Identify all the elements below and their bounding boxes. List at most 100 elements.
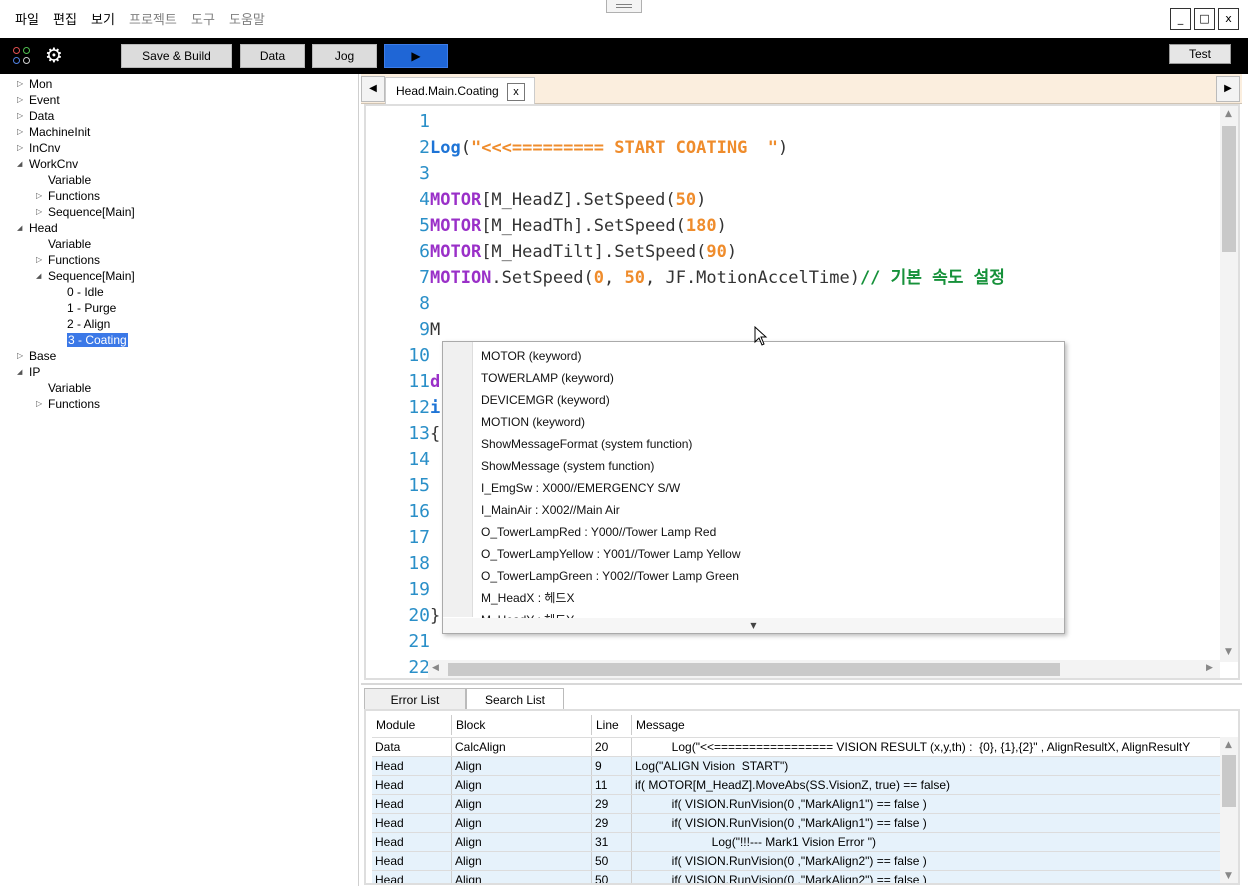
menu-edit[interactable]: 편집 [53, 9, 77, 28]
tab-error-list[interactable]: Error List [364, 688, 466, 711]
scroll-thumb[interactable] [1222, 755, 1236, 807]
collapse-arrow-icon[interactable]: ◢ [17, 156, 22, 172]
tree-node[interactable]: Variable [48, 172, 91, 188]
test-button[interactable]: Test [1169, 44, 1231, 64]
expand-arrow-icon[interactable]: ▷ [17, 140, 23, 156]
jog-button[interactable]: Jog [312, 44, 377, 68]
tree-node[interactable]: ◢ WorkCnv [17, 156, 78, 172]
scroll-right-icon[interactable]: ▶ [1206, 663, 1213, 673]
tree-node[interactable]: 3 - Coating [67, 332, 128, 348]
autocomplete-item[interactable]: ShowMessageFormat (system function) [481, 433, 692, 455]
tree-node[interactable]: ▷ Mon [17, 76, 52, 92]
autocomplete-item[interactable]: MOTOR (keyword) [481, 345, 581, 367]
tree-node[interactable]: ▷ Functions [36, 252, 100, 268]
editor-vertical-scrollbar[interactable]: ▲ ▼ [1220, 106, 1238, 662]
menu-help[interactable]: 도움말 [229, 9, 265, 28]
tab-scroll-left-icon[interactable]: ◀ [361, 76, 385, 102]
scroll-down-icon[interactable]: ▼ [1225, 871, 1232, 881]
table-row[interactable]: Head Align 50 if( VISION.RunVision(0 ,"Mar… [372, 870, 1220, 883]
save-build-button[interactable]: Save & Build [121, 44, 232, 68]
expand-arrow-icon[interactable]: ▷ [17, 92, 23, 108]
editor-horizontal-scrollbar[interactable]: ◀ ▶ [428, 660, 1220, 678]
code-line[interactable]: M [430, 317, 440, 343]
menu-tools[interactable]: 도구 [191, 9, 215, 28]
grid-vertical-scrollbar[interactable]: ▲ ▼ [1220, 737, 1238, 883]
apps-icon[interactable] [13, 47, 31, 65]
menu-file[interactable]: 파일 [15, 9, 39, 28]
autocomplete-item[interactable]: I_EmgSw : X000//EMERGENCY S/W [481, 477, 680, 499]
table-row[interactable]: Head Align 29 if( VISION.RunVision(0 ,"Mar… [372, 813, 1220, 833]
expand-arrow-icon[interactable]: ▷ [17, 76, 23, 92]
scroll-down-icon[interactable]: ▼ [1225, 647, 1232, 657]
table-row[interactable]: Head Align 31 Log("!!!--- Mark1 Vision Err… [372, 832, 1220, 852]
tab-head-main-coating[interactable]: Head.Main.Coating x [385, 77, 535, 104]
tree-node[interactable]: Variable [48, 380, 91, 396]
code-line[interactable]: i [430, 395, 440, 421]
expand-arrow-icon[interactable]: ▷ [36, 252, 42, 268]
tree-node[interactable]: 1 - Purge [67, 300, 116, 316]
scroll-up-icon[interactable]: ▲ [1225, 740, 1232, 750]
autocomplete-popup[interactable]: MOTOR (keyword) TOWERLAMP (keyword) DEVICE… [442, 341, 1065, 634]
tree-node[interactable]: Variable [48, 236, 91, 252]
collapse-arrow-icon[interactable]: ◢ [17, 364, 22, 380]
scroll-up-icon[interactable]: ▲ [1225, 109, 1232, 119]
expand-arrow-icon[interactable]: ▷ [17, 348, 23, 364]
autocomplete-item[interactable]: ShowMessage (system function) [481, 455, 654, 477]
autocomplete-item[interactable]: O_TowerLampGreen : Y002//Tower Lamp Gree… [481, 565, 739, 587]
minimize-button[interactable]: _ [1170, 8, 1191, 30]
menu-project[interactable]: 프로젝트 [129, 9, 177, 28]
collapse-arrow-icon[interactable]: ◢ [36, 268, 41, 284]
tree-node[interactable]: ◢ Head [17, 220, 58, 236]
code-line[interactable]: d [430, 369, 440, 395]
column-header-module[interactable]: Module [372, 715, 452, 735]
tree-node[interactable]: ▷ Sequence[Main] [36, 204, 135, 220]
tree-node[interactable]: 2 - Align [67, 316, 110, 332]
column-header-message[interactable]: Message [632, 715, 1220, 735]
chevron-down-icon[interactable]: ▼ [443, 618, 1064, 633]
expand-arrow-icon[interactable]: ▷ [36, 204, 42, 220]
column-header-block[interactable]: Block [452, 715, 592, 735]
expand-arrow-icon[interactable]: ▷ [36, 188, 42, 204]
tree-node[interactable]: ▷ MachineInit [17, 124, 90, 140]
autocomplete-item[interactable]: M_HeadX : 헤드X [481, 587, 574, 609]
code-line[interactable]: MOTOR[M_HeadTh].SetSpeed(180) [430, 213, 727, 239]
table-row[interactable]: Head Align 11 if( MOTOR[M_HeadZ].MoveAbs(SS… [372, 775, 1220, 795]
autocomplete-item[interactable]: MOTION (keyword) [481, 411, 585, 433]
table-row[interactable]: Head Align 9 Log("ALIGN Vision START") [372, 756, 1220, 776]
column-header-line[interactable]: Line [592, 715, 632, 735]
code-line[interactable]: } [430, 603, 440, 629]
table-row[interactable]: Head Align 50 if( VISION.RunVision(0 ,"Mar… [372, 851, 1220, 871]
tree-node[interactable]: ▷ Data [17, 108, 54, 124]
close-window-button[interactable]: x [1218, 8, 1239, 30]
tree-node[interactable]: ▷ Functions [36, 396, 100, 412]
code-line[interactable]: Log("<<<========= START COATING ") [430, 135, 788, 161]
drag-grip-icon[interactable] [606, 0, 642, 13]
autocomplete-item[interactable]: I_MainAir : X002//Main Air [481, 499, 620, 521]
scroll-thumb[interactable] [1222, 126, 1236, 252]
scroll-left-icon[interactable]: ◀ [432, 663, 439, 673]
maximize-button[interactable]: □ [1194, 8, 1215, 30]
code-line[interactable]: MOTION.SetSpeed(0, 50, JF.MotionAccelTim… [430, 265, 1005, 291]
autocomplete-item[interactable]: O_TowerLampRed : Y000//Tower Lamp Red [481, 521, 716, 543]
code-line[interactable]: MOTOR[M_HeadTilt].SetSpeed(90) [430, 239, 737, 265]
autocomplete-item[interactable]: O_TowerLampYellow : Y001//Tower Lamp Yel… [481, 543, 741, 565]
tree-node[interactable]: ▷ Base [17, 348, 56, 364]
menu-view[interactable]: 보기 [91, 9, 115, 28]
expand-arrow-icon[interactable]: ▷ [17, 124, 23, 140]
tree-node[interactable]: ◢ IP [17, 364, 40, 380]
expand-arrow-icon[interactable]: ▷ [17, 108, 23, 124]
table-row[interactable]: Data CalcAlign 20 Log("<<=================… [372, 737, 1220, 757]
tree-node[interactable]: 0 - Idle [67, 284, 104, 300]
tree-node[interactable]: ▷ Event [17, 92, 60, 108]
autocomplete-item[interactable]: TOWERLAMP (keyword) [481, 367, 614, 389]
autocomplete-item[interactable]: DEVICEMGR (keyword) [481, 389, 610, 411]
data-button[interactable]: Data [240, 44, 305, 68]
play-icon[interactable]: ▶ [384, 44, 448, 68]
tree-node[interactable]: ◢ Sequence[Main] [36, 268, 135, 284]
scroll-thumb[interactable] [448, 663, 1060, 676]
tree-node[interactable]: ▷ Functions [36, 188, 100, 204]
close-tab-icon[interactable]: x [507, 83, 525, 101]
table-row[interactable]: Head Align 29 if( VISION.RunVision(0 ,"Mar… [372, 794, 1220, 814]
tree-node[interactable]: ▷ InCnv [17, 140, 60, 156]
gear-icon[interactable]: ⚙ [45, 43, 63, 67]
